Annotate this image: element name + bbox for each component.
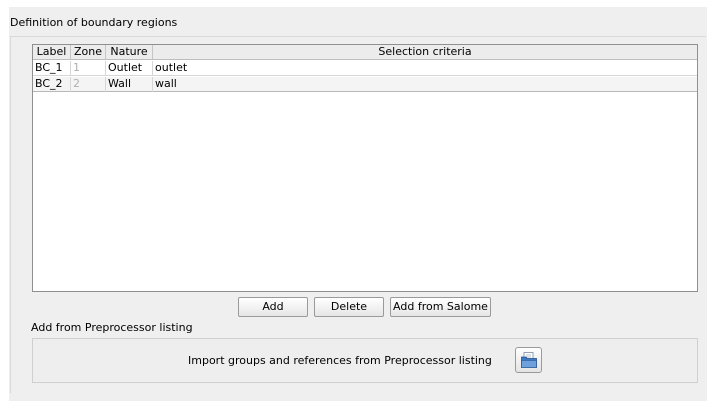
add-button[interactable]: Add [238, 297, 308, 317]
column-header-nature[interactable]: Nature [106, 45, 153, 59]
import-preprocessor-button[interactable] [515, 347, 542, 373]
table-header: Label Zone Nature Selection criteria [33, 45, 697, 60]
cell-nature[interactable]: Wall [106, 77, 153, 92]
table-row[interactable]: BC_2 2 Wall wall [33, 77, 697, 92]
boundary-regions-table[interactable]: Label Zone Nature Selection criteria BC_… [32, 44, 698, 292]
add-from-salome-button[interactable]: Add from Salome [390, 297, 491, 317]
column-header-zone[interactable]: Zone [71, 45, 106, 59]
folder-open-icon [521, 352, 537, 368]
cell-selection-criteria[interactable]: outlet [153, 61, 697, 76]
column-header-selection-criteria[interactable]: Selection criteria [153, 45, 697, 59]
delete-button[interactable]: Delete [314, 297, 384, 317]
cell-label[interactable]: BC_2 [33, 77, 71, 92]
cell-selection-criteria[interactable]: wall [153, 77, 697, 92]
boundary-regions-title: Definition of boundary regions [10, 16, 178, 29]
preprocessor-section-title: Add from Preprocessor listing [31, 321, 193, 334]
cell-zone: 1 [71, 61, 106, 76]
column-header-label[interactable]: Label [33, 45, 71, 59]
cell-zone: 2 [71, 77, 106, 92]
cell-nature[interactable]: Outlet [106, 61, 153, 76]
cell-label[interactable]: BC_1 [33, 61, 71, 76]
table-row[interactable]: BC_1 1 Outlet outlet [33, 61, 697, 76]
import-preprocessor-label: Import groups and references from Prepro… [188, 354, 492, 367]
